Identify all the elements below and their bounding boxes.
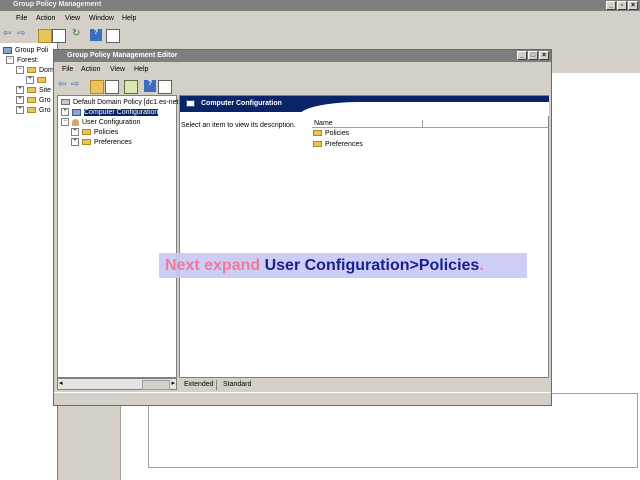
tree-label: Group Poli xyxy=(15,47,49,54)
editor-minimize-icon[interactable]: _ xyxy=(517,51,527,60)
outer-title-bar: Group Policy Management _ ▫ × xyxy=(0,0,640,11)
list-item-label: Policies xyxy=(325,130,350,137)
up-folder-icon[interactable] xyxy=(38,29,52,43)
scroll-right-icon[interactable]: ▸ xyxy=(171,379,175,387)
tree-item-forest[interactable]: − Forest: xyxy=(6,56,39,65)
editor-menu-file[interactable]: File xyxy=(62,66,73,73)
editor-up-folder-icon[interactable] xyxy=(90,80,104,94)
close-icon[interactable]: × xyxy=(628,1,638,10)
outer-menu-bar: File Action View Window Help xyxy=(0,12,640,27)
editor-console-tree-icon[interactable] xyxy=(105,80,119,94)
tree-label: Preferences xyxy=(94,139,132,146)
editor-forward-icon[interactable]: ⇨ xyxy=(71,80,83,92)
editor-toolbar: ⇦ ⇨ ? xyxy=(54,78,551,94)
tab-standard[interactable]: Standard xyxy=(216,380,251,390)
tree-horizontal-scrollbar[interactable]: ◂ ▸ xyxy=(57,378,177,390)
menu-action[interactable]: Action xyxy=(36,15,55,22)
details-header-bar: Computer Configuration xyxy=(180,96,549,116)
tree-item-preferences[interactable]: + Preferences xyxy=(71,138,132,147)
editor-export-icon[interactable] xyxy=(124,80,138,94)
editor-restore-icon[interactable]: □ xyxy=(528,51,538,60)
editor-close-icon[interactable]: × xyxy=(539,51,549,60)
view-tabs: Extended Standard xyxy=(180,380,280,390)
tree-label: Dom xyxy=(39,67,54,74)
tree-item-policies[interactable]: + Policies xyxy=(71,128,118,137)
tree-item-gpresults[interactable]: + Gro xyxy=(16,106,51,115)
list-header-row: Name xyxy=(312,118,549,128)
menu-view[interactable]: View xyxy=(65,15,80,22)
tree-item-gpmodeling[interactable]: + Gro xyxy=(16,96,51,105)
tree-label: Default Domain Policy [dc1.es-net. xyxy=(73,99,181,106)
forward-icon[interactable]: ⇨ xyxy=(17,29,29,41)
outer-toolbar: ⇦ ⇨ ↻ ? xyxy=(0,27,640,43)
editor-title-bar: Group Policy Management Editor _ □ × xyxy=(54,50,551,62)
list-item-preferences[interactable]: Preferences xyxy=(313,140,363,149)
menu-file[interactable]: File xyxy=(16,15,27,22)
editor-menu-view[interactable]: View xyxy=(110,66,125,73)
list-item-label: Preferences xyxy=(325,141,363,148)
tree-label: Gro xyxy=(39,97,51,104)
caption-part2: User Configuration>Policies xyxy=(264,257,480,274)
help-icon[interactable]: ? xyxy=(90,29,102,41)
minimize-icon[interactable]: _ xyxy=(606,1,616,10)
caption-part1: Next expand xyxy=(165,257,265,274)
editor-back-icon[interactable]: ⇦ xyxy=(58,80,70,92)
restore-icon[interactable]: ▫ xyxy=(617,1,627,10)
description-text: Select an item to view its description. xyxy=(181,122,296,129)
editor-window-title: Group Policy Management Editor xyxy=(67,52,178,59)
tree-label: User Configuration xyxy=(82,119,141,126)
tree-label: Gro xyxy=(39,107,51,114)
editor-status-bar xyxy=(54,392,551,404)
tree-item-root[interactable]: Default Domain Policy [dc1.es-net. xyxy=(61,98,180,107)
menu-help[interactable]: Help xyxy=(122,15,136,22)
editor-menu-action[interactable]: Action xyxy=(81,66,100,73)
editor-help-icon[interactable]: ? xyxy=(144,80,156,92)
list-header-name[interactable]: Name xyxy=(314,120,423,128)
editor-details-pane xyxy=(179,95,549,378)
editor-menu-bar: File Action View Help xyxy=(54,63,551,77)
tree-label: Policies xyxy=(94,129,119,136)
tree-label: Computer Configuration xyxy=(84,109,159,116)
tree-item-sites[interactable]: + Site xyxy=(16,86,51,95)
properties-icon[interactable] xyxy=(106,29,120,43)
outer-tree-pane: Group Poli − Forest: − Dom + + Site + Gro + G… xyxy=(0,43,58,480)
menu-window[interactable]: Window xyxy=(89,15,114,22)
tree-label: Site xyxy=(39,87,52,94)
outer-window-title: Group Policy Management xyxy=(13,1,102,8)
tutorial-caption: Next expand User Configuration>Policies. xyxy=(159,253,527,278)
tree-item-gpm[interactable]: Group Poli xyxy=(3,46,48,55)
tree-label: Forest: xyxy=(17,57,39,64)
scroll-left-icon[interactable]: ◂ xyxy=(59,379,63,387)
console-tree-icon[interactable] xyxy=(52,29,66,43)
tree-item-computer-configuration[interactable]: + Computer Configuration xyxy=(61,108,159,117)
tab-extended[interactable]: Extended xyxy=(184,380,214,390)
details-header-title: Computer Configuration xyxy=(201,100,282,107)
tree-item-domain[interactable]: + xyxy=(26,76,49,85)
editor-tree-pane: Default Domain Policy [dc1.es-net. + Comp… xyxy=(57,95,180,378)
tree-item-user-configuration[interactable]: − User Configuration xyxy=(61,118,140,127)
editor-properties-icon[interactable] xyxy=(158,80,172,94)
caption-part3: . xyxy=(479,257,484,274)
scroll-thumb[interactable] xyxy=(142,380,170,390)
tree-item-domains[interactable]: − Dom xyxy=(16,66,54,75)
editor-menu-help[interactable]: Help xyxy=(134,66,148,73)
back-icon[interactable]: ⇦ xyxy=(3,29,15,41)
list-item-policies[interactable]: Policies xyxy=(313,129,349,138)
refresh-icon[interactable]: ↻ xyxy=(72,29,84,41)
